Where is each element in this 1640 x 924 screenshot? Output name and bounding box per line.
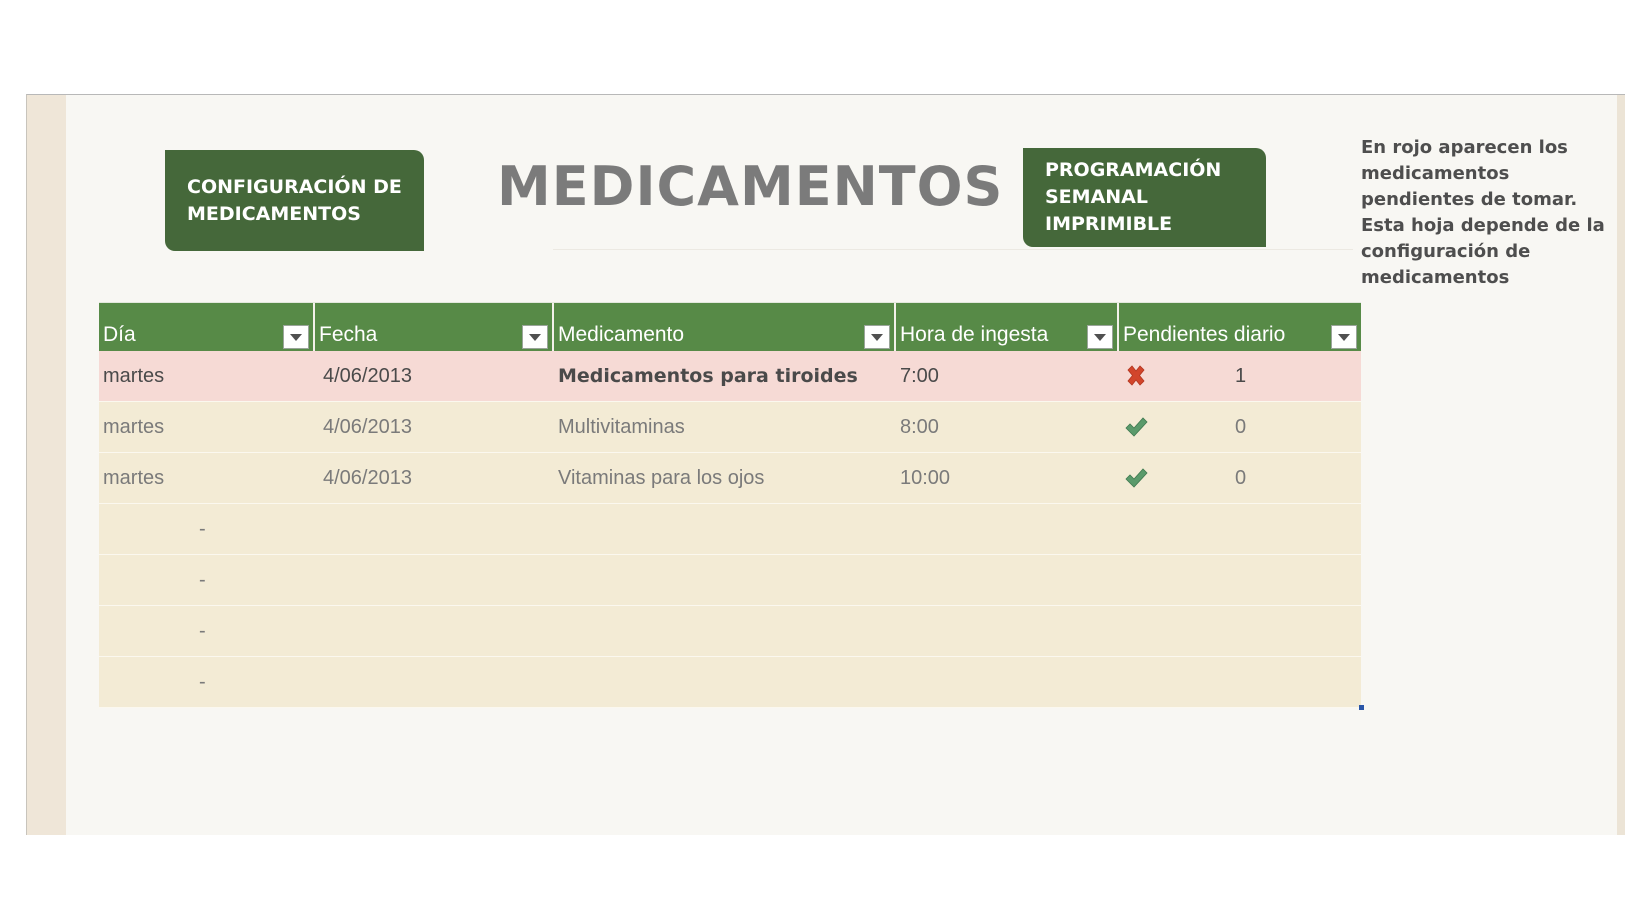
cell-pendientes[interactable]: 0 <box>1119 453 1361 503</box>
empty-dash: - <box>199 517 206 540</box>
filter-dropdown-icon[interactable] <box>522 325 548 349</box>
programacion-semanal-button[interactable]: PROGRAMACIÓN SEMANAL IMPRIMIBLE <box>1023 148 1266 247</box>
cell-pendientes[interactable]: 0 <box>1119 402 1361 452</box>
cell-dia[interactable]: martes <box>99 416 315 439</box>
table-row[interactable]: martes 4/06/2013 Medicamentos para tiroi… <box>99 351 1361 402</box>
header-dia-label: Día <box>103 323 136 346</box>
cell-hora[interactable]: 10:00 <box>896 467 1119 490</box>
table-row-empty[interactable]: - <box>99 555 1361 606</box>
x-icon <box>1127 365 1145 386</box>
page-title: MEDICAMENTOS <box>497 155 1004 218</box>
spreadsheet-canvas: CONFIGURACIÓN DE MEDICAMENTOS MEDICAMENT… <box>26 94 1625 835</box>
header-fecha-label: Fecha <box>319 323 378 346</box>
cell-hora[interactable]: 7:00 <box>896 365 1119 388</box>
filter-dropdown-icon[interactable] <box>1087 325 1113 349</box>
filter-dropdown-icon[interactable] <box>864 325 890 349</box>
table-row-empty[interactable]: - <box>99 606 1361 657</box>
cell-dia[interactable]: martes <box>99 365 315 388</box>
filter-dropdown-icon[interactable] <box>283 325 309 349</box>
empty-dash: - <box>199 619 206 642</box>
table-resize-handle[interactable] <box>1359 705 1364 710</box>
cell-medicamento[interactable]: Multivitaminas <box>554 416 896 439</box>
cell-medicamento[interactable]: Medicamentos para tiroides <box>554 365 896 387</box>
table-header: Día Fecha Medicamento Hora de ingesta Pe… <box>99 302 1361 351</box>
header-dia: Día <box>99 303 315 351</box>
pendientes-value: 1 <box>1235 365 1247 387</box>
config-medicamentos-label: CONFIGURACIÓN DE MEDICAMENTOS <box>187 175 402 225</box>
header-pendientes-label: Pendientes diario <box>1123 323 1286 346</box>
cell-fecha[interactable]: 4/06/2013 <box>315 416 554 439</box>
table-row[interactable]: martes 4/06/2013 Vitaminas para los ojos… <box>99 453 1361 504</box>
empty-dash: - <box>199 670 206 693</box>
check-icon <box>1125 417 1148 437</box>
empty-dash: - <box>199 568 206 591</box>
header-hora-label: Hora de ingesta <box>900 323 1049 346</box>
pendientes-value: 0 <box>1235 416 1247 438</box>
header-medicamento-label: Medicamento <box>558 323 685 346</box>
cell-fecha[interactable]: 4/06/2013 <box>315 467 554 490</box>
left-margin-strip <box>27 95 66 835</box>
info-note: En rojo aparecen los medicamentos pendie… <box>1361 137 1605 288</box>
table-row[interactable]: martes 4/06/2013 Multivitaminas 8:00 0 <box>99 402 1361 453</box>
header-hora: Hora de ingesta <box>896 303 1119 351</box>
check-icon <box>1125 468 1148 488</box>
title-underline <box>553 249 1353 250</box>
config-medicamentos-button[interactable]: CONFIGURACIÓN DE MEDICAMENTOS <box>165 150 424 251</box>
pendientes-value: 0 <box>1235 467 1247 489</box>
programacion-semanal-label: PROGRAMACIÓN SEMANAL IMPRIMIBLE <box>1045 159 1222 235</box>
cell-dia[interactable]: martes <box>99 467 315 490</box>
table-row-empty[interactable]: - <box>99 504 1361 555</box>
medication-table: Día Fecha Medicamento Hora de ingesta Pe… <box>99 302 1364 710</box>
cell-pendientes[interactable]: 1 <box>1119 351 1361 401</box>
table-row-empty[interactable]: - <box>99 657 1364 710</box>
cell-hora[interactable]: 8:00 <box>896 416 1119 439</box>
filter-dropdown-icon[interactable] <box>1331 325 1357 349</box>
header-fecha: Fecha <box>315 303 554 351</box>
header-pendientes: Pendientes diario <box>1119 303 1361 351</box>
header-medicamento: Medicamento <box>554 303 896 351</box>
cell-medicamento[interactable]: Vitaminas para los ojos <box>554 467 896 490</box>
cell-fecha[interactable]: 4/06/2013 <box>315 365 554 388</box>
